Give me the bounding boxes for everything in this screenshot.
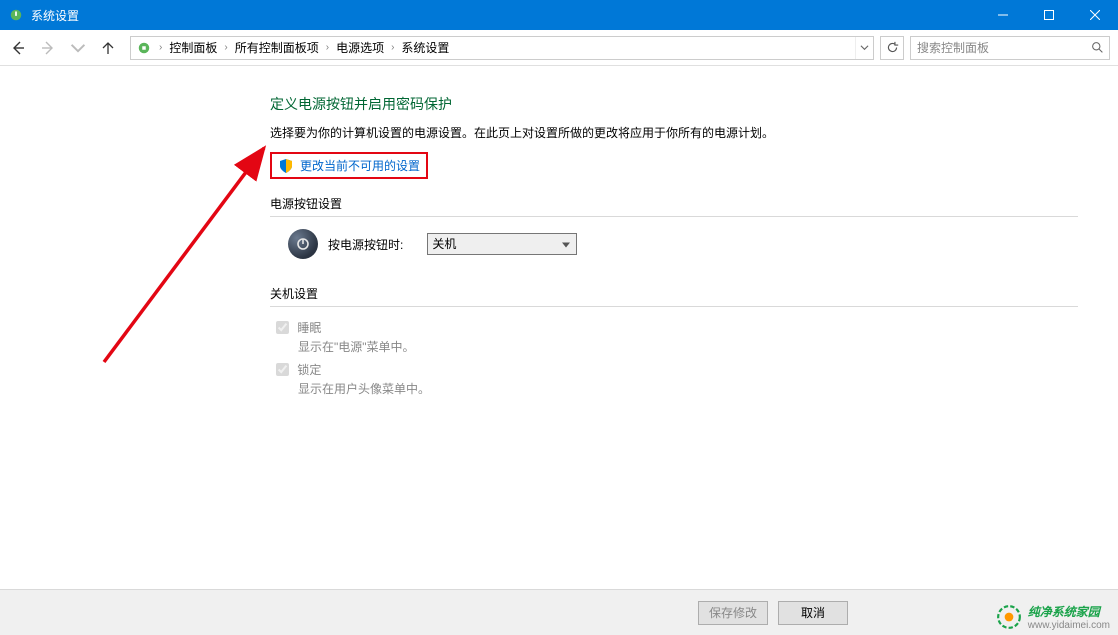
window-title: 系统设置 (31, 7, 980, 24)
navbar: › 控制面板 › 所有控制面板项 › 电源选项 › 系统设置 (0, 30, 1118, 66)
chevron-right-icon: › (218, 42, 233, 53)
breadcrumb-icon (135, 41, 153, 55)
power-button-action-select[interactable]: 关机 (427, 233, 577, 255)
option-sleep: 睡眠 显示在"电源"菜单中。 (276, 319, 1078, 355)
watermark-logo-icon (996, 604, 1022, 630)
search-input[interactable] (911, 41, 1085, 55)
power-button-label: 按电源按钮时: (328, 236, 403, 253)
watermark-url: www.yidaimei.com (1028, 620, 1110, 631)
nav-up-button[interactable] (94, 34, 122, 62)
watermark-text: 纯净系统家园 (1028, 605, 1100, 619)
change-unavailable-settings-link[interactable]: 更改当前不可用的设置 (270, 152, 428, 179)
breadcrumb-item[interactable]: 控制面板 (168, 39, 218, 56)
cancel-button[interactable]: 取消 (778, 601, 848, 625)
sleep-desc: 显示在"电源"菜单中。 (298, 338, 1078, 355)
power-icon (288, 229, 318, 259)
lock-desc: 显示在用户头像菜单中。 (298, 380, 1078, 397)
shield-icon (278, 158, 294, 174)
change-settings-link-text: 更改当前不可用的设置 (300, 157, 420, 174)
section-divider (270, 216, 1078, 217)
breadcrumb[interactable]: › 控制面板 › 所有控制面板项 › 电源选项 › 系统设置 (130, 36, 874, 60)
titlebar: 系统设置 (0, 0, 1118, 30)
section-divider (270, 306, 1078, 307)
section-title-shutdown: 关机设置 (270, 285, 1078, 302)
app-icon (8, 7, 24, 23)
breadcrumb-item[interactable]: 所有控制面板项 (234, 39, 320, 56)
footer: 保存修改 取消 (0, 589, 1118, 635)
maximize-button[interactable] (1026, 0, 1072, 30)
option-lock: 锁定 显示在用户头像菜单中。 (276, 361, 1078, 397)
save-button[interactable]: 保存修改 (698, 601, 768, 625)
chevron-right-icon: › (153, 42, 168, 53)
breadcrumb-item[interactable]: 电源选项 (335, 39, 385, 56)
power-button-row: 按电源按钮时: 关机 (288, 229, 1078, 259)
nav-recent-dropdown[interactable] (64, 34, 92, 62)
chevron-right-icon: › (320, 42, 335, 53)
page-description: 选择要为你的计算机设置的电源设置。在此页上对设置所做的更改将应用于你所有的电源计… (270, 124, 1078, 142)
lock-label: 锁定 (297, 363, 321, 377)
breadcrumb-dropdown-icon[interactable] (855, 37, 873, 59)
chevron-right-icon: › (385, 42, 400, 53)
sleep-checkbox[interactable] (276, 321, 289, 334)
shutdown-options: 睡眠 显示在"电源"菜单中。 锁定 显示在用户头像菜单中。 (276, 319, 1078, 397)
close-button[interactable] (1072, 0, 1118, 30)
sleep-label: 睡眠 (297, 321, 321, 335)
nav-back-button[interactable] (4, 34, 32, 62)
lock-checkbox[interactable] (276, 363, 289, 376)
minimize-button[interactable] (980, 0, 1026, 30)
search-box[interactable] (910, 36, 1110, 60)
watermark: 纯净系统家园 www.yidaimei.com (996, 603, 1110, 631)
refresh-button[interactable] (880, 36, 904, 60)
content-area: 定义电源按钮并启用密码保护 选择要为你的计算机设置的电源设置。在此页上对设置所做… (0, 66, 1118, 397)
section-title-power-button: 电源按钮设置 (270, 195, 1078, 212)
window-controls (980, 0, 1118, 30)
page-title: 定义电源按钮并启用密码保护 (270, 94, 1078, 114)
breadcrumb-item[interactable]: 系统设置 (400, 39, 450, 56)
nav-forward-button[interactable] (34, 34, 62, 62)
search-icon[interactable] (1085, 41, 1109, 54)
